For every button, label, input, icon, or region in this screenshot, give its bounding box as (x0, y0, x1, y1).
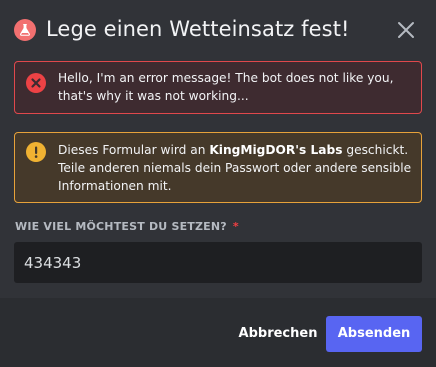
app-name: KingMigDOR's Labs (209, 143, 343, 157)
amount-input[interactable] (14, 242, 422, 283)
warning-text-prefix: Dieses Formular wird an (58, 143, 210, 157)
bot-app-icon (14, 19, 36, 41)
modal-header: Lege einen Wetteinsatz fest! (0, 0, 436, 60)
required-marker: * (232, 220, 239, 233)
submit-button[interactable]: Absenden (326, 316, 422, 352)
amount-field-label: WIE VIEL MÖCHTEST DU SETZEN? * (15, 220, 239, 233)
warning-exclamation-icon (26, 142, 46, 162)
warning-alert: Dieses Formular wird an KingMigDOR's Lab… (14, 132, 422, 203)
modal-footer: Abbrechen Absenden (0, 298, 436, 367)
close-icon[interactable] (394, 18, 418, 42)
error-message: Hello, I'm an error message! The bot doe… (58, 71, 394, 103)
amount-label-text: WIE VIEL MÖCHTEST DU SETZEN? (15, 220, 227, 233)
warning-message: Dieses Formular wird an KingMigDOR's Lab… (58, 141, 418, 195)
error-x-icon (26, 73, 46, 93)
error-alert: Hello, I'm an error message! The bot doe… (14, 61, 422, 114)
cancel-button[interactable]: Abbrechen (236, 316, 320, 352)
modal-dialog: Lege einen Wetteinsatz fest! Hello, I'm … (0, 0, 436, 367)
modal-title: Lege einen Wetteinsatz fest! (46, 17, 350, 41)
